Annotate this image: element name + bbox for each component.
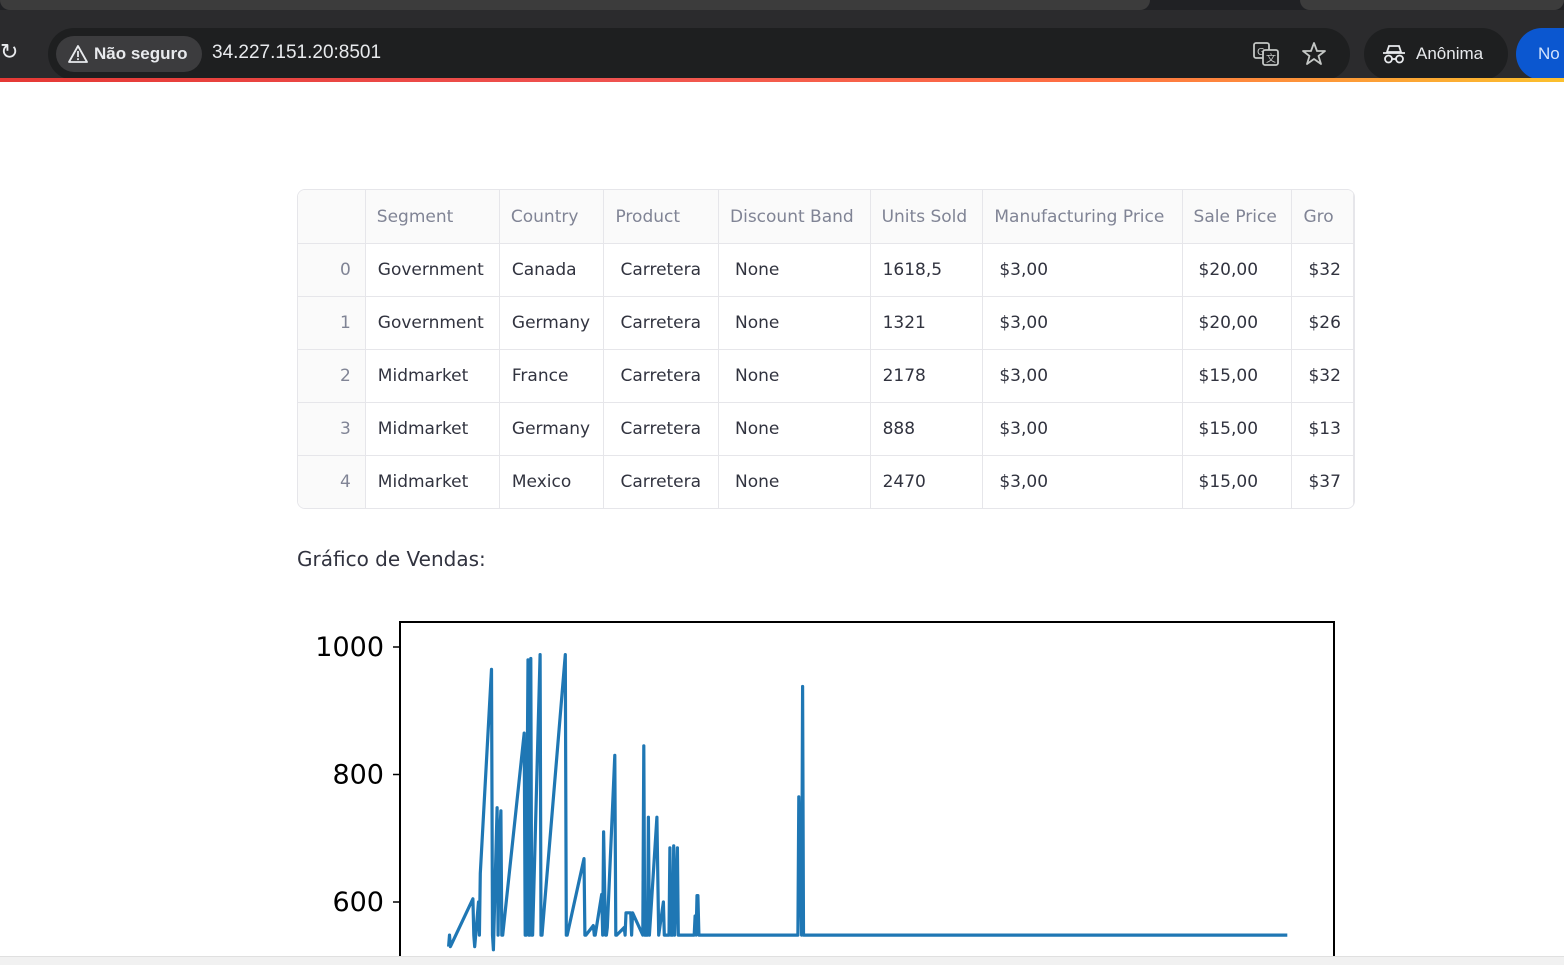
table-cell[interactable]: Mexico [499,455,605,508]
table-cell[interactable]: 2470 [870,455,984,508]
tab-strip [0,0,1564,10]
table-row: 3 Midmarket Germany Carretera None 888 $… [298,402,1354,456]
profile-label: Anônima [1416,44,1484,63]
chart-caption: Gráfico de Vendas: [297,547,486,571]
sales-series-line [447,652,1289,952]
table-row: 4 Midmarket Mexico Carretera None 2470 $… [298,455,1354,508]
table-cell[interactable]: 2178 [870,349,984,403]
column-header[interactable]: Units Sold [870,190,984,244]
url-text[interactable]: 34.227.151.20:8501 [212,42,381,64]
table-cell[interactable]: 1618,5 [870,243,984,297]
column-header[interactable] [298,190,366,244]
row-index[interactable]: 0 [298,243,366,297]
table-cell[interactable]: Germany [499,402,605,456]
bookmark-star-icon[interactable] [1300,40,1328,68]
table-cell[interactable]: Carretera [603,402,720,456]
table-row: 2 Midmarket France Carretera None 2178 $… [298,349,1354,403]
svg-text:G: G [1257,47,1265,58]
column-header[interactable]: Discount Band [718,190,871,244]
table-cell[interactable]: None [718,296,871,350]
incognito-icon [1383,45,1405,64]
y-tick-label: 800 [332,760,384,791]
column-header[interactable]: Segment [365,190,500,244]
table-cell[interactable]: $26 [1291,296,1354,350]
data-table: Segment Country Product Discount Band Un… [298,190,1354,508]
table-cell[interactable]: Canada [499,243,605,297]
table-cell[interactable]: Midmarket [365,455,500,508]
table-cell[interactable]: Government [365,243,500,297]
security-chip[interactable]: Não seguro [56,36,202,72]
table-cell[interactable]: 1321 [870,296,984,350]
table-cell[interactable]: $32 [1291,349,1354,403]
column-header[interactable]: Gro [1291,190,1354,244]
table-cell[interactable]: $3,00 [982,349,1183,403]
table-cell[interactable]: $3,00 [982,402,1183,456]
table-cell[interactable]: None [718,455,871,508]
loading-accent-line [0,78,1564,82]
table-cell[interactable]: $15,00 [1182,402,1293,456]
browser-toolbar: ↻ Não seguro 34.227.151.20:8501 G文 Anôni… [0,10,1564,80]
sales-chart: 600 800 1000 [315,621,1335,956]
security-label: Não seguro [94,44,188,63]
table-cell[interactable]: $20,00 [1182,243,1293,297]
table-cell[interactable]: $3,00 [982,455,1183,508]
column-header[interactable]: Manufacturing Price [982,190,1183,244]
column-header[interactable]: Sale Price [1182,190,1293,244]
table-cell[interactable]: None [718,243,871,297]
table-cell[interactable]: None [718,402,871,456]
column-header[interactable]: Product [603,190,720,244]
table-cell[interactable]: Midmarket [365,349,500,403]
table-cell[interactable]: Government [365,296,500,350]
column-header[interactable]: Country [499,190,605,244]
row-index[interactable]: 1 [298,296,366,350]
table-cell[interactable]: $15,00 [1182,455,1293,508]
table-cell[interactable]: $37 [1291,455,1354,508]
translate-icon[interactable]: G文 [1252,40,1280,68]
table-cell[interactable]: $13 [1291,402,1354,456]
row-index[interactable]: 3 [298,402,366,456]
table-cell[interactable]: Germany [499,296,605,350]
table-cell[interactable]: Carretera [603,455,720,508]
table-row: 0 Government Canada Carretera None 1618,… [298,243,1354,297]
y-axis: 600 800 1000 [315,632,400,918]
new-button[interactable]: No [1516,28,1564,80]
table-cell[interactable]: Carretera [603,243,720,297]
table-cell[interactable]: 888 [870,402,984,456]
table-cell[interactable]: None [718,349,871,403]
other-tab-edge[interactable] [1300,0,1564,10]
table-cell[interactable]: Carretera [603,296,720,350]
table-cell[interactable]: Midmarket [365,402,500,456]
reload-icon[interactable]: ↻ [0,40,22,64]
table-cell[interactable]: Carretera [603,349,720,403]
table-cell[interactable]: France [499,349,605,403]
table-cell[interactable]: $3,00 [982,296,1183,350]
address-bar[interactable]: Não seguro 34.227.151.20:8501 G文 [48,28,1350,80]
header-row: Segment Country Product Discount Band Un… [298,190,1354,244]
table-cell[interactable]: $20,00 [1182,296,1293,350]
active-tab-edge[interactable] [0,0,1150,10]
dataframe[interactable]: Segment Country Product Discount Band Un… [297,189,1355,509]
warning-icon [68,45,88,63]
table-cell[interactable]: $32 [1291,243,1354,297]
row-index[interactable]: 4 [298,455,366,508]
y-tick-label: 600 [332,887,384,918]
incognito-profile-button[interactable]: Anônima [1364,28,1508,80]
row-index[interactable]: 2 [298,349,366,403]
table-cell[interactable]: $15,00 [1182,349,1293,403]
y-tick-label: 1000 [315,632,384,663]
table-cell[interactable]: $3,00 [982,243,1183,297]
table-row: 1 Government Germany Carretera None 1321… [298,296,1354,350]
svg-text:文: 文 [1266,52,1276,65]
